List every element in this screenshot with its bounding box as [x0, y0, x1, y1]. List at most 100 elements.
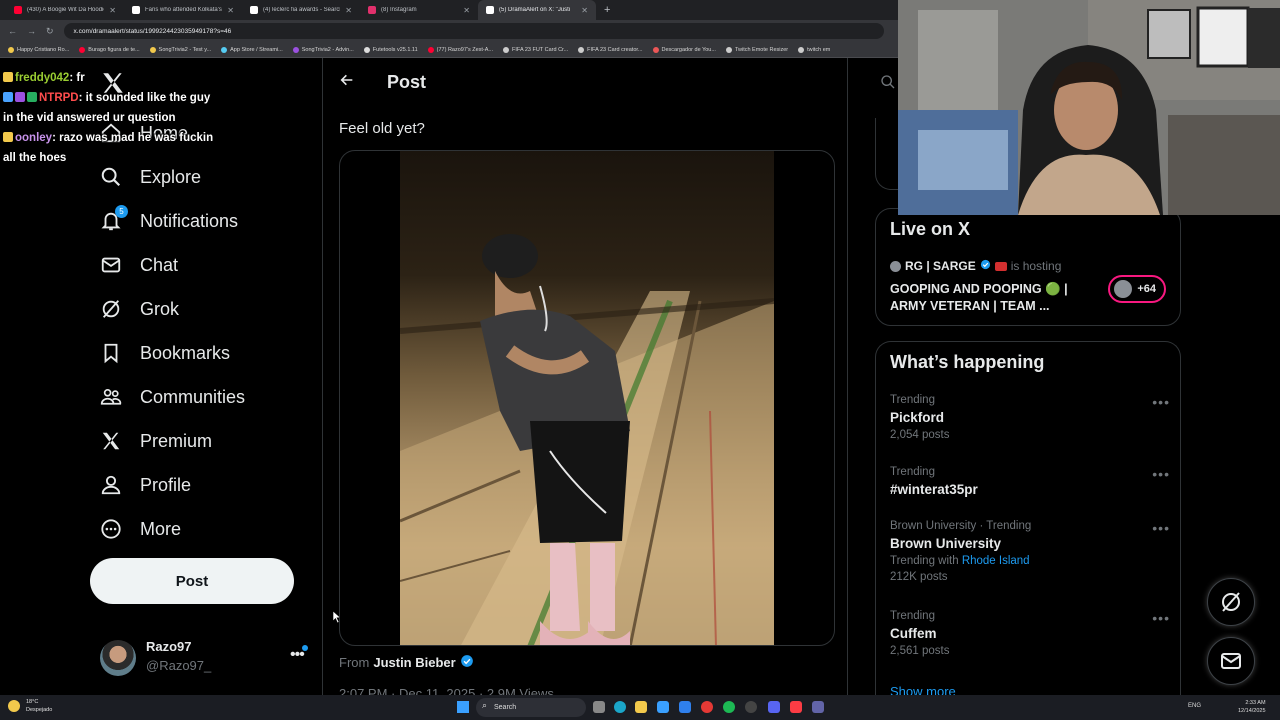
live-host-line[interactable]: RG | SARGE is hosting	[890, 259, 1061, 273]
x-premium-icon	[100, 430, 122, 452]
trend-item[interactable]: Trending #winterat35pr •••	[890, 466, 1170, 497]
grok-fab-button[interactable]	[1207, 578, 1255, 626]
search-icon[interactable]	[880, 74, 896, 95]
nav-more[interactable]: More	[100, 514, 181, 544]
bookmark-item[interactable]: FIFA 23 FUT Card Cr...	[503, 46, 568, 53]
video-player[interactable]	[400, 151, 774, 645]
chat-badge-icon	[3, 92, 13, 102]
bell-icon: 5	[100, 205, 128, 232]
bookmark-item[interactable]: SongTrivia2 - Test y...	[149, 46, 211, 53]
url-field[interactable]: x.com/dramaalert/status/1999224423035949…	[63, 23, 884, 39]
taskbar-search[interactable]: ⌕ Search	[476, 698, 586, 717]
bookmark-item[interactable]: Happy Cristiano Ro...	[8, 46, 69, 53]
post-media[interactable]	[339, 150, 835, 646]
nav-grok[interactable]: Grok	[100, 294, 179, 324]
bookmark-favicon-icon	[221, 46, 228, 53]
file-explorer-icon[interactable]	[635, 701, 647, 713]
back-icon[interactable]: ←	[8, 26, 17, 36]
chrome-icon[interactable]	[701, 701, 713, 713]
bookmark-item[interactable]: FIFA 23 Card creator...	[578, 46, 643, 53]
chat-badge-icon	[15, 92, 25, 102]
more-dots-icon[interactable]: •••	[1152, 610, 1170, 626]
show-more-link[interactable]: Show more	[890, 684, 956, 695]
close-tab-icon[interactable]: ✕	[581, 6, 588, 15]
avatar	[100, 640, 136, 676]
browser-tab-bar: (430) A Boogie Wit Da Hoodie ✕ Fans who …	[0, 0, 900, 20]
bookmark-item[interactable]: Burago figura de te...	[79, 46, 140, 53]
grok-icon	[100, 298, 122, 320]
bookmark-item[interactable]: App Store / Streami...	[221, 46, 283, 53]
from-author-link[interactable]: Justin Bieber	[373, 655, 455, 670]
forward-icon[interactable]: →	[27, 26, 36, 36]
weather-widget[interactable]: 18°C Despejado	[8, 698, 52, 714]
task-view-icon[interactable]	[593, 701, 605, 713]
flag-icon	[994, 261, 1007, 271]
start-icon[interactable]	[457, 701, 469, 713]
music-app-icon[interactable]	[790, 701, 802, 713]
youtube-icon	[14, 6, 22, 14]
taskbar-clock[interactable]: 2:33 AM 12/14/2025	[1238, 699, 1266, 715]
bookmark-favicon-icon	[149, 46, 156, 53]
browser-tab[interactable]: (4) leclerc fia awards - Search / ✕	[242, 0, 360, 20]
windows-taskbar: 18°C Despejado ⌕ Search ENG 2:33 AM 12/1…	[0, 695, 1280, 720]
teams-icon[interactable]	[812, 701, 824, 713]
close-tab-icon[interactable]: ✕	[227, 6, 234, 15]
bookmark-item[interactable]: Descargador de You...	[652, 46, 716, 53]
bookmark-icon	[100, 342, 122, 364]
trending-with-link[interactable]: Rhode Island	[962, 555, 1030, 567]
verified-badge-icon	[460, 654, 474, 671]
bookmark-favicon-icon	[427, 46, 434, 53]
more-dots-icon[interactable]: •••	[1152, 466, 1170, 482]
spotify-icon[interactable]	[723, 701, 735, 713]
x-logo-icon	[486, 6, 494, 14]
close-tab-icon[interactable]: ✕	[463, 6, 470, 15]
browser-tab-active[interactable]: (5) DramaAlert on X: "Justi ✕	[478, 0, 596, 20]
discord-icon[interactable]	[768, 701, 780, 713]
reload-icon[interactable]: ↻	[46, 26, 54, 37]
nav-profile[interactable]: Profile	[100, 470, 191, 500]
browser-tab[interactable]: Fans who attended Kolkata's S ✕	[124, 0, 242, 20]
compose-post-button[interactable]: Post	[90, 558, 294, 604]
browser-tab[interactable]: (430) A Boogie Wit Da Hoodie ✕	[6, 0, 124, 20]
close-tab-icon[interactable]: ✕	[109, 6, 116, 15]
trend-item[interactable]: Brown University · Trending Brown Univer…	[890, 520, 1170, 583]
bookmark-item[interactable]: Futetools v25.1.11	[363, 46, 418, 53]
mail-icon	[100, 254, 122, 276]
store-icon[interactable]	[657, 701, 669, 713]
post-detail-column: Post Feel old yet? From Justin Bieber 2:…	[322, 58, 848, 695]
nav-notifications[interactable]: 5 Notifications	[100, 205, 238, 236]
bookmark-item[interactable]: (77) Razo97's Zest-A...	[427, 46, 493, 53]
bookmark-item[interactable]: Twitch Emote Resizer	[725, 46, 788, 53]
account-switcher[interactable]: Razo97 @Razo97_ •••	[100, 638, 312, 678]
browser-tab[interactable]: (8) Instagram ✕	[360, 0, 478, 20]
nav-premium[interactable]: Premium	[100, 426, 212, 456]
close-tab-icon[interactable]: ✕	[345, 6, 352, 15]
account-handle: @Razo97_	[146, 658, 212, 673]
trend-item[interactable]: Trending Pickford 2,054 posts •••	[890, 394, 1170, 441]
more-dots-icon[interactable]: •••	[1152, 520, 1170, 536]
new-tab-icon[interactable]: +	[596, 4, 610, 16]
bookmark-item[interactable]: twitch em	[798, 46, 830, 53]
search-icon: ⌕	[482, 700, 488, 710]
nav-chat[interactable]: Chat	[100, 250, 178, 280]
edge-icon[interactable]	[614, 701, 626, 713]
live-on-x-card: Live on X RG | SARGE is hosting GOOPING …	[875, 208, 1181, 326]
live-stream-title[interactable]: GOOPING AND POOPING 🟢 | ARMY VETERAN | T…	[890, 281, 1090, 315]
live-viewers-pill[interactable]: +64	[1108, 275, 1166, 303]
bookmarks-bar: Happy Cristiano Ro... Burago figura de te…	[0, 42, 900, 58]
nav-communities[interactable]: Communities	[100, 382, 245, 412]
messages-fab-button[interactable]	[1207, 637, 1255, 685]
webcam-image	[898, 0, 1280, 215]
trend-item[interactable]: Trending Cuffem 2,561 posts •••	[890, 610, 1170, 657]
bookmark-item[interactable]: SongTrivia2 - Advin...	[292, 46, 354, 53]
chat-badge-icon	[3, 72, 13, 82]
back-arrow-icon[interactable]	[339, 72, 355, 93]
more-dots-icon[interactable]: •••	[1152, 394, 1170, 410]
from-attribution: From Justin Bieber	[339, 654, 474, 671]
instagram-icon	[368, 6, 376, 14]
communities-icon	[100, 386, 122, 408]
language-indicator[interactable]: ENG	[1188, 703, 1201, 709]
mail-app-icon[interactable]	[679, 701, 691, 713]
nav-bookmarks[interactable]: Bookmarks	[100, 338, 230, 368]
obs-icon[interactable]	[745, 701, 757, 713]
